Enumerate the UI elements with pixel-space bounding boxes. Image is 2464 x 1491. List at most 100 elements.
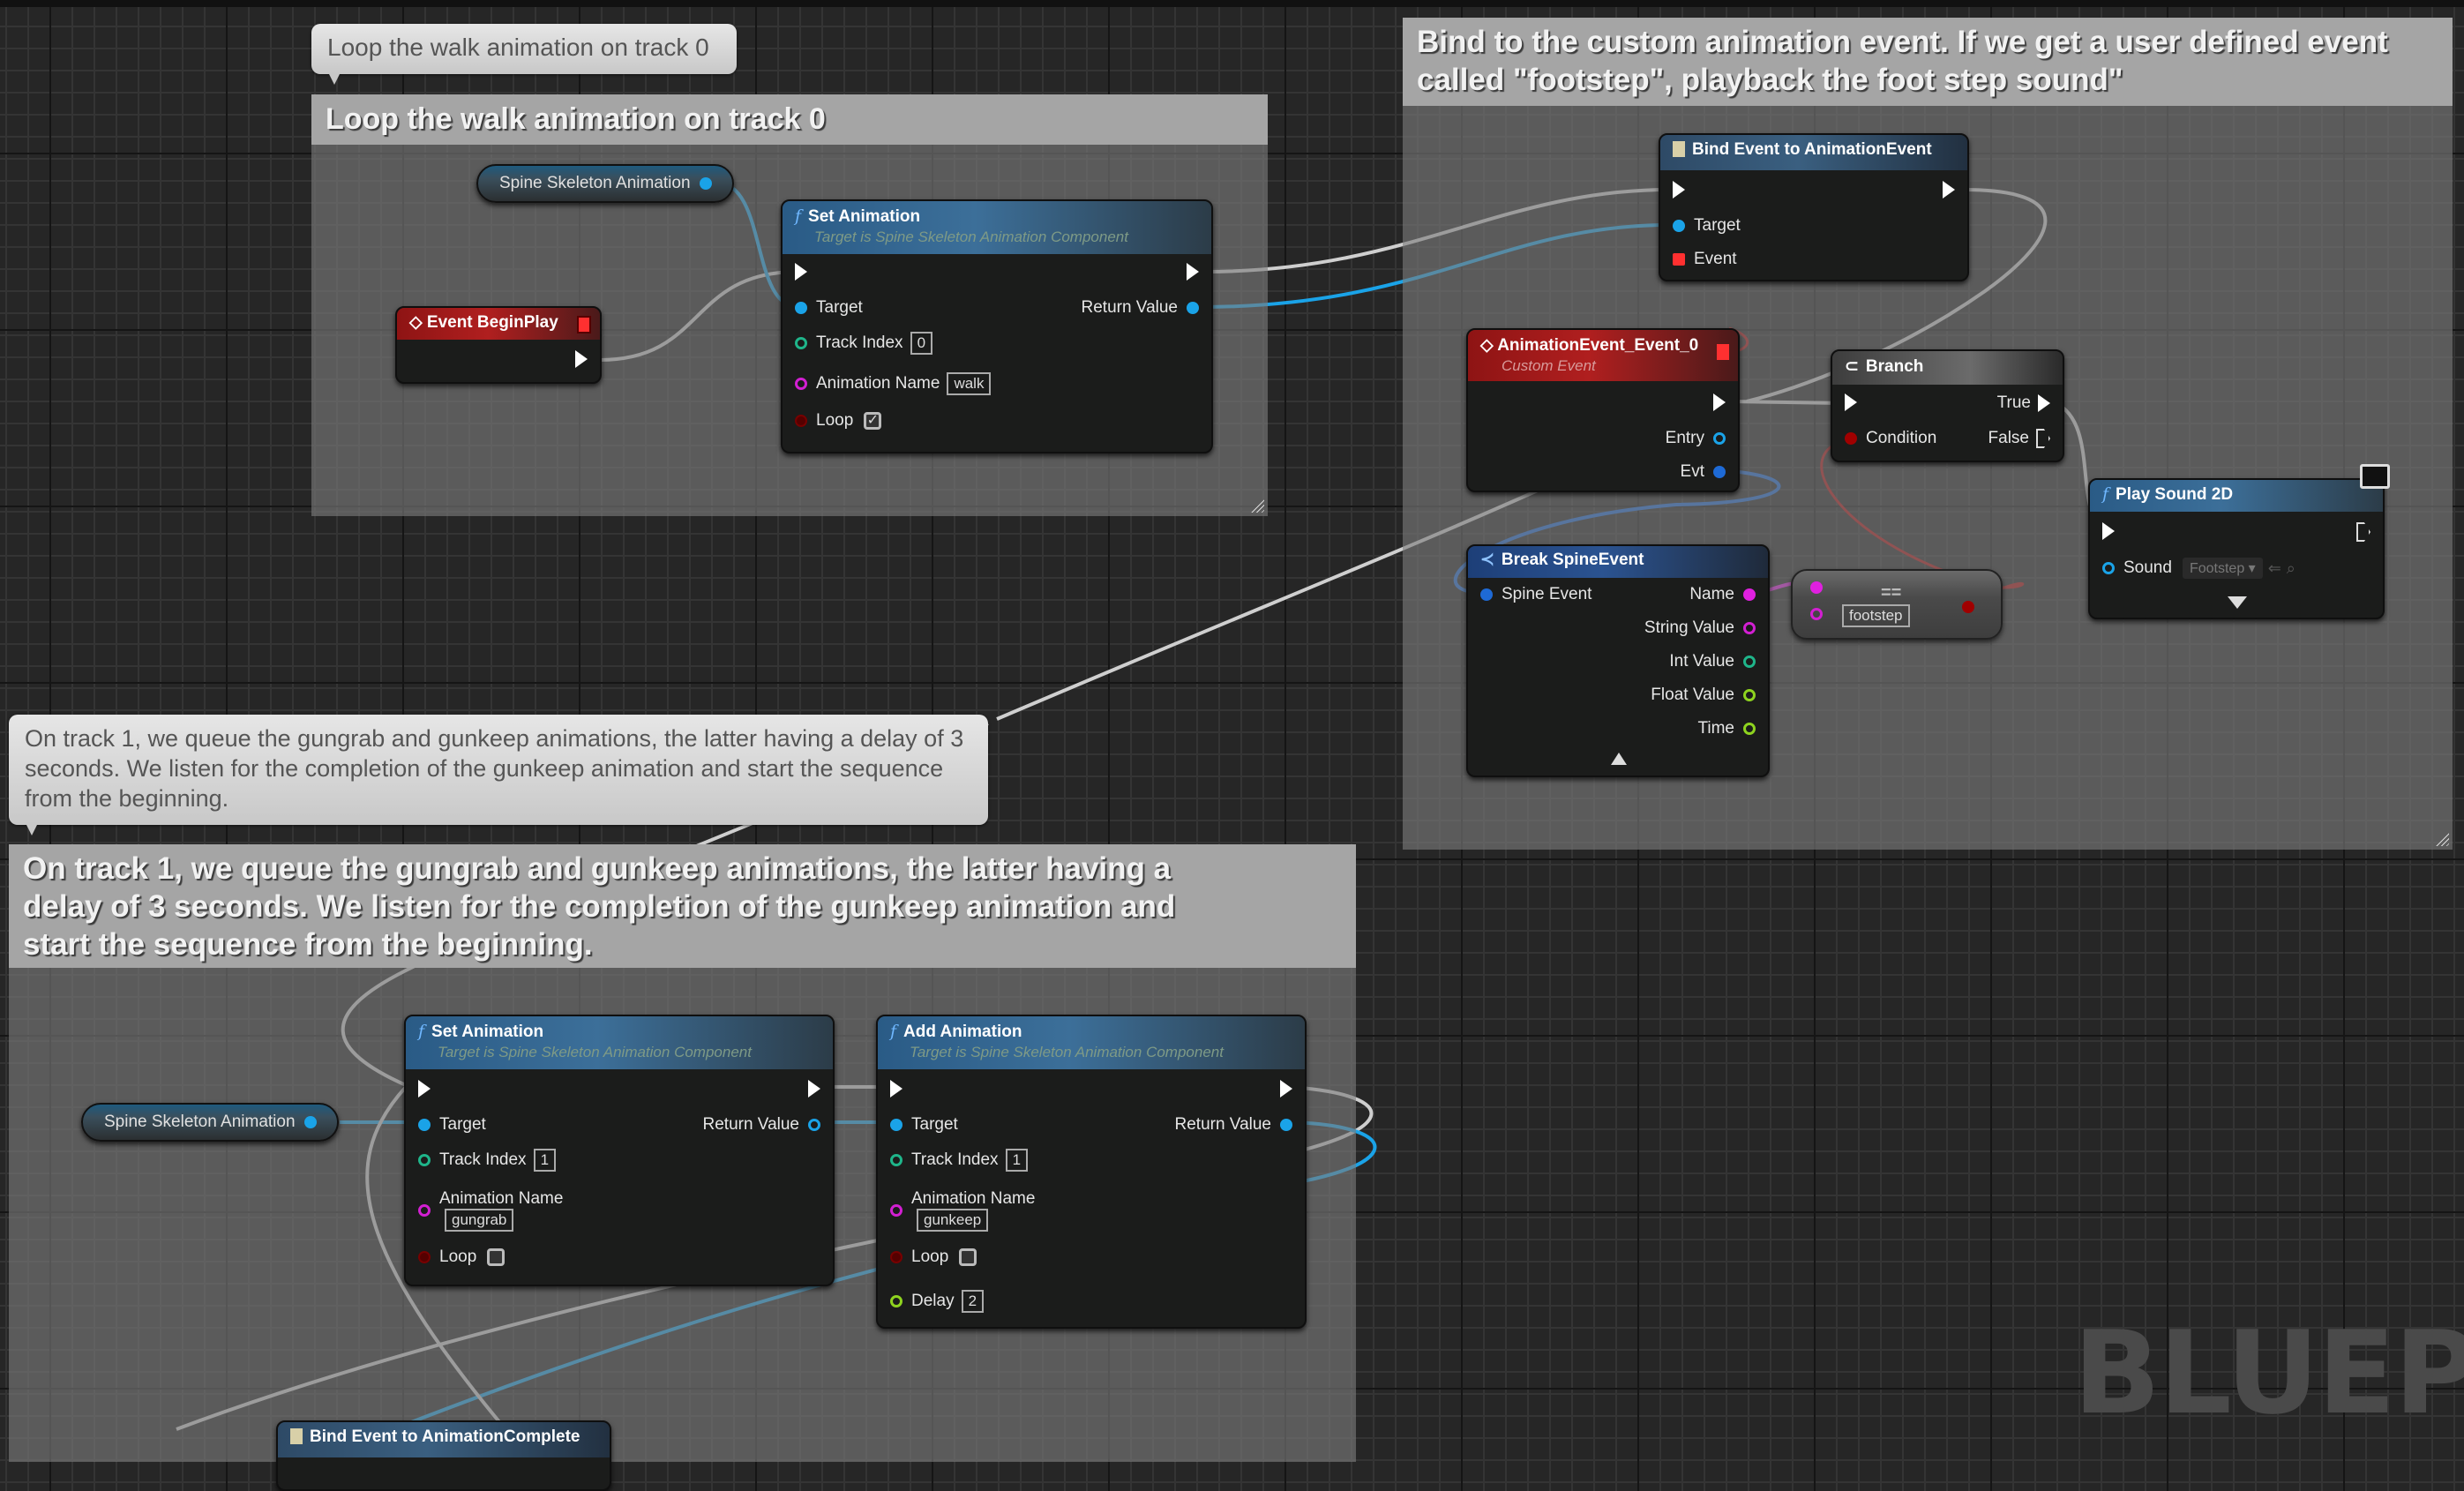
node-title: AnimationEvent_Event_0 xyxy=(1497,336,1699,355)
track-index-input[interactable]: 0 xyxy=(910,332,933,355)
name-pin-icon[interactable] xyxy=(418,1204,431,1217)
bool-out-pin-icon[interactable] xyxy=(1962,601,1974,613)
exec-in-pin-icon[interactable] xyxy=(795,263,807,281)
variable-label: Spine Skeleton Animation xyxy=(104,1113,296,1131)
browse-search-icon[interactable]: ⌕ xyxy=(2287,559,2295,578)
exec-out-pin-icon[interactable] xyxy=(1713,393,1726,411)
collapse-arrow-icon[interactable] xyxy=(1611,753,1627,765)
set-animation-node[interactable]: f Set Animation Target is Spine Skeleton … xyxy=(781,199,1213,453)
struct-in-pin-icon[interactable] xyxy=(1480,588,1493,601)
resize-handle[interactable] xyxy=(1248,497,1264,513)
loop-checkbox[interactable] xyxy=(487,1248,506,1266)
exec-in-pin-icon[interactable] xyxy=(1673,181,1685,199)
exec-out-pin-icon[interactable] xyxy=(1280,1080,1292,1098)
object-pin-icon[interactable] xyxy=(699,177,712,190)
pin-label: Float Value xyxy=(1651,686,1734,704)
string-pin-icon[interactable] xyxy=(1743,622,1756,634)
name-pin-icon[interactable] xyxy=(890,1204,902,1217)
a-pin-icon[interactable] xyxy=(1810,581,1823,594)
pin-label: Animation Name xyxy=(439,1189,564,1208)
exec-in-pin-icon[interactable] xyxy=(418,1080,431,1098)
sound-pin-icon[interactable] xyxy=(2102,562,2115,574)
comment-bubble-track1[interactable]: On track 1, we queue the gungrab and gun… xyxy=(9,715,988,835)
resize-handle[interactable] xyxy=(2433,830,2449,846)
condition-pin-icon[interactable] xyxy=(1845,432,1857,445)
entry-pin-icon[interactable] xyxy=(1713,432,1726,445)
play-sound-2d-node[interactable]: f Play Sound 2D Sound Footstep ▾ ⇐ ⌕ xyxy=(2088,464,2390,619)
true-exec-pin-icon[interactable] xyxy=(2038,394,2050,412)
return-pin-icon[interactable] xyxy=(1280,1119,1292,1131)
function-icon: f xyxy=(2102,484,2109,504)
node-header: f Set Animation Target is Spine Skeleton … xyxy=(783,201,1211,254)
event-pin-icon[interactable] xyxy=(1673,253,1685,266)
int-pin-icon[interactable] xyxy=(1743,656,1756,668)
track-index-input[interactable]: 1 xyxy=(533,1149,557,1172)
delay-input[interactable]: 2 xyxy=(961,1290,985,1313)
delegate-pin-icon[interactable] xyxy=(1717,344,1729,360)
target-pin-icon[interactable] xyxy=(418,1119,431,1131)
sound-asset-dropdown[interactable]: Footstep ▾ xyxy=(2182,558,2263,579)
bool-pin-icon[interactable] xyxy=(795,415,807,427)
delegate-pin-icon[interactable] xyxy=(577,316,591,333)
exec-out-pin-icon[interactable] xyxy=(1943,181,1955,199)
animation-name-input[interactable]: gungrab xyxy=(445,1209,514,1232)
delegate-icon xyxy=(1673,141,1685,157)
exec-out-pin-icon[interactable] xyxy=(808,1080,820,1098)
return-pin-icon[interactable] xyxy=(1187,302,1199,314)
exec-in-pin-icon[interactable] xyxy=(1845,393,1857,411)
loop-checkbox[interactable]: ✓ xyxy=(864,412,882,430)
node-header: ≺ Break SpineEvent xyxy=(1468,546,1768,578)
bind-event-to-animationcomplete-node[interactable]: Bind Event to AnimationComplete xyxy=(276,1420,611,1491)
animation-name-input[interactable]: gunkeep xyxy=(917,1209,989,1232)
pin-label: Int Value xyxy=(1669,652,1734,671)
node-subtitle: Custom Event xyxy=(1502,357,1596,374)
float-pin-icon[interactable] xyxy=(1743,689,1756,701)
pin-label: Time xyxy=(1697,719,1734,738)
int-pin-icon[interactable] xyxy=(418,1154,431,1166)
target-pin-icon[interactable] xyxy=(1673,220,1685,232)
bool-pin-icon[interactable] xyxy=(890,1251,902,1263)
pin-label: Animation Name xyxy=(816,374,940,393)
set-animation-gungrab-node[interactable]: f Set Animation Target is Spine Skeleton … xyxy=(404,1015,835,1286)
false-exec-pin-icon[interactable] xyxy=(2036,429,2050,448)
animationevent-custom-event-node[interactable]: ◇ AnimationEvent_Event_0 Custom Event En… xyxy=(1466,328,1740,492)
delegate-icon xyxy=(290,1428,303,1444)
add-animation-gunkeep-node[interactable]: f Add Animation Target is Spine Skeleton … xyxy=(876,1015,1307,1329)
break-spineevent-node[interactable]: ≺ Break SpineEvent Spine Event Name Strin… xyxy=(1466,544,1770,777)
comment-bubble-walk[interactable]: Loop the walk animation on track 0 xyxy=(311,24,737,85)
pin-label: Sound xyxy=(2123,558,2172,577)
animation-name-input[interactable]: walk xyxy=(947,372,992,395)
return-pin-icon[interactable] xyxy=(808,1119,820,1131)
track-index-input[interactable]: 1 xyxy=(1005,1149,1029,1172)
int-pin-icon[interactable] xyxy=(890,1154,902,1166)
expand-arrow-icon[interactable] xyxy=(2228,596,2247,609)
float-pin-icon[interactable] xyxy=(890,1295,902,1307)
evt-pin-icon[interactable] xyxy=(1713,466,1726,478)
node-header: Bind Event to AnimationEvent xyxy=(1660,135,1967,170)
node-header: f Add Animation Target is Spine Skeleton … xyxy=(878,1016,1305,1069)
target-pin-icon[interactable] xyxy=(795,302,807,314)
time-pin-icon[interactable] xyxy=(1743,723,1756,735)
exec-out-pin-icon[interactable] xyxy=(2356,522,2370,542)
exec-out-pin-icon[interactable] xyxy=(1187,263,1199,281)
exec-in-pin-icon[interactable] xyxy=(2102,522,2115,540)
name-out-pin-icon[interactable] xyxy=(1743,588,1756,601)
exec-in-pin-icon[interactable] xyxy=(890,1080,902,1098)
use-selected-arrow-icon[interactable]: ⇐ xyxy=(2268,559,2281,578)
b-pin-icon[interactable] xyxy=(1810,608,1823,620)
spine-skeleton-animation-variable[interactable]: Spine Skeleton Animation xyxy=(476,164,734,203)
exec-out-pin-icon[interactable] xyxy=(575,350,588,368)
bind-event-to-animationevent-node[interactable]: Bind Event to AnimationEvent Target Even… xyxy=(1659,133,1969,281)
bool-pin-icon[interactable] xyxy=(418,1251,431,1263)
equal-name-node[interactable]: == footstep xyxy=(1791,569,2003,640)
event-beginplay-node[interactable]: ◇ Event BeginPlay xyxy=(395,306,602,384)
name-pin-icon[interactable] xyxy=(795,378,807,390)
pin-label: Condition xyxy=(1866,429,1937,447)
spine-skeleton-animation-variable[interactable]: Spine Skeleton Animation xyxy=(81,1103,339,1142)
object-pin-icon[interactable] xyxy=(303,1116,317,1128)
int-pin-icon[interactable] xyxy=(795,337,807,349)
branch-node[interactable]: ⊂ Branch True Condition False xyxy=(1831,349,2064,462)
footstep-input[interactable]: footstep xyxy=(1842,604,1910,627)
target-pin-icon[interactable] xyxy=(890,1119,902,1131)
loop-checkbox[interactable] xyxy=(959,1248,977,1266)
